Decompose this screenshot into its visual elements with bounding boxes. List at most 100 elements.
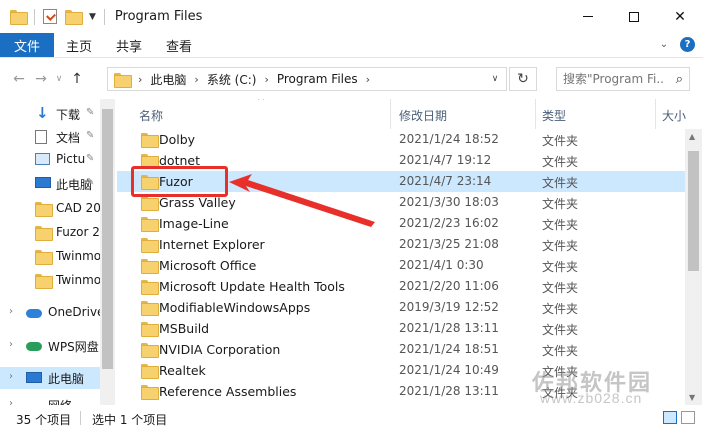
folder-icon [35, 274, 53, 289]
column-date-modified[interactable]: 修改日期 [399, 107, 447, 124]
large-icons-view-icon[interactable] [681, 411, 695, 424]
refresh-icon: ↻ [517, 71, 529, 87]
file-name: Grass Valley [159, 195, 236, 210]
nav-scrollbar-thumb[interactable] [102, 109, 113, 369]
nav-item-label: Pictu [56, 152, 86, 166]
file-name: Image-Line [159, 216, 229, 231]
breadcrumb-drive-c[interactable]: 系统 (C:) [207, 71, 257, 88]
column-name[interactable]: 名称 [139, 107, 163, 124]
file-name: Reference Assemblies [159, 384, 297, 399]
divider[interactable] [390, 99, 391, 129]
tab-view[interactable]: 查看 [154, 33, 204, 57]
file-list-scrollbar[interactable]: ▲ ▼ [685, 129, 702, 405]
column-size[interactable]: 大小 [662, 107, 686, 124]
nav-item-label: 文档 [56, 131, 81, 145]
quick-access-toolbar: ▼ [10, 8, 105, 25]
chevron-right-icon[interactable]: › [9, 371, 13, 382]
divider[interactable] [655, 99, 656, 129]
file-date: 2019/3/19 12:52 [399, 300, 499, 314]
divider[interactable] [535, 99, 536, 129]
forward-button[interactable]: → [30, 68, 52, 90]
scroll-up-icon[interactable]: ▲ [689, 132, 695, 141]
up-button[interactable]: ↑ [66, 68, 88, 90]
expand-ribbon-icon[interactable]: ⌄ [658, 39, 670, 51]
breadcrumb-separator-icon[interactable]: › [366, 73, 370, 86]
folder-icon [141, 259, 159, 274]
refresh-button[interactable]: ↻ [509, 67, 537, 91]
scrollbar-thumb[interactable] [688, 151, 699, 271]
close-icon: ✕ [674, 8, 686, 25]
help-icon[interactable]: ? [680, 37, 695, 52]
breadcrumb-program-files[interactable]: Program Files [277, 72, 358, 86]
folder-icon [35, 202, 53, 217]
onedrive-icon [26, 309, 42, 318]
selection-count: 选中 1 个项目 [92, 413, 168, 427]
chevron-down-icon: ∨ [55, 74, 63, 84]
up-arrow-icon: ↑ [71, 71, 83, 87]
maximize-button[interactable] [611, 0, 657, 33]
file-date: 2021/2/20 11:06 [399, 279, 499, 293]
tab-share[interactable]: 共享 [104, 33, 154, 57]
minimize-button[interactable] [565, 0, 611, 33]
tab-home[interactable]: 主页 [54, 33, 104, 57]
tab-file[interactable]: 文件 [0, 33, 55, 57]
new-folder-icon[interactable] [65, 10, 83, 25]
document-icon [35, 130, 47, 144]
folder-icon [141, 385, 159, 400]
details-view-icon[interactable] [663, 411, 677, 424]
table-row[interactable]: Microsoft Update Health Tools 2021/2/20 1… [117, 276, 687, 297]
table-row[interactable]: Image-Line 2021/2/23 16:02 文件夹 [117, 213, 687, 234]
nav-item-label: 网络 [48, 397, 72, 405]
file-type: 文件夹 [542, 260, 579, 274]
table-row[interactable]: ModifiableWindowsApps 2019/3/19 12:52 文件夹 [117, 297, 687, 318]
customize-toolbar-icon[interactable]: ▼ [89, 12, 96, 22]
breadcrumb-separator-icon[interactable]: › [264, 73, 268, 86]
nav-item-label: 此电脑 [48, 372, 85, 386]
file-type: 文件夹 [542, 218, 579, 232]
folder-icon[interactable] [10, 10, 28, 25]
file-date: 2021/1/24 18:52 [399, 132, 499, 146]
chevron-right-icon[interactable]: › [9, 398, 13, 405]
folder-icon [114, 72, 132, 88]
file-list: ^ 名称 修改日期 类型 大小 Dolby 2021/1/24 18:52 文件夹 d… [117, 99, 703, 405]
breadcrumb-this-pc[interactable]: 此电脑 [150, 71, 186, 88]
breadcrumb-separator-icon[interactable]: › [194, 73, 198, 86]
properties-icon[interactable] [43, 9, 57, 24]
table-row[interactable]: MSBuild 2021/1/28 13:11 文件夹 [117, 318, 687, 339]
address-dropdown-icon[interactable]: ∨ [484, 68, 506, 90]
chevron-right-icon[interactable]: › [9, 339, 13, 350]
address-bar[interactable]: › 此电脑 › 系统 (C:) › Program Files › ∨ [107, 67, 507, 91]
navigation-pane: ↓ 下载 ✎ 文档 ✎ Pictu ✎ 此电脑 ✎ CAD 20 Fuzor 2… [0, 99, 117, 405]
table-row[interactable]: Internet Explorer 2021/3/25 21:08 文件夹 [117, 234, 687, 255]
back-arrow-icon: ← [13, 71, 25, 87]
back-button[interactable]: ← [8, 68, 30, 90]
file-date: 2021/3/25 21:08 [399, 237, 499, 251]
chevron-right-icon[interactable]: › [9, 306, 13, 317]
breadcrumb-separator-icon[interactable]: › [138, 73, 142, 86]
table-row[interactable]: Dolby 2021/1/24 18:52 文件夹 [117, 129, 687, 150]
close-button[interactable]: ✕ [657, 0, 703, 33]
file-name: Realtek [159, 363, 206, 378]
folder-icon [35, 226, 53, 241]
divider [34, 8, 35, 25]
search-icon[interactable]: ⌕ [676, 72, 683, 87]
column-type[interactable]: 类型 [542, 107, 566, 124]
file-date: 2021/4/7 23:14 [399, 174, 492, 188]
search-box[interactable]: ⌕ [556, 67, 690, 91]
recent-locations-button[interactable]: ∨ [52, 68, 66, 90]
navigation-bar: ← → ∨ ↑ › 此电脑 › 系统 (C:) › Program Files … [0, 59, 703, 99]
download-icon: ↓ [36, 104, 49, 122]
pin-icon: ✎ [86, 130, 95, 141]
nav-item-label: WPS网盘 [48, 340, 99, 354]
search-input[interactable] [563, 72, 665, 86]
nav-item-this-pc[interactable]: › 此电脑 [0, 367, 100, 389]
watermark-url: www.zb028.cn [540, 390, 643, 406]
divider [80, 411, 81, 425]
file-name: NVIDIA Corporation [159, 342, 281, 357]
folder-icon [141, 133, 159, 148]
file-date: 2021/4/7 19:12 [399, 153, 492, 167]
table-row[interactable]: NVIDIA Corporation 2021/1/24 18:51 文件夹 [117, 339, 687, 360]
file-date: 2021/1/28 13:11 [399, 321, 499, 335]
table-row[interactable]: Microsoft Office 2021/4/1 0:30 文件夹 [117, 255, 687, 276]
file-type: 文件夹 [542, 281, 579, 295]
